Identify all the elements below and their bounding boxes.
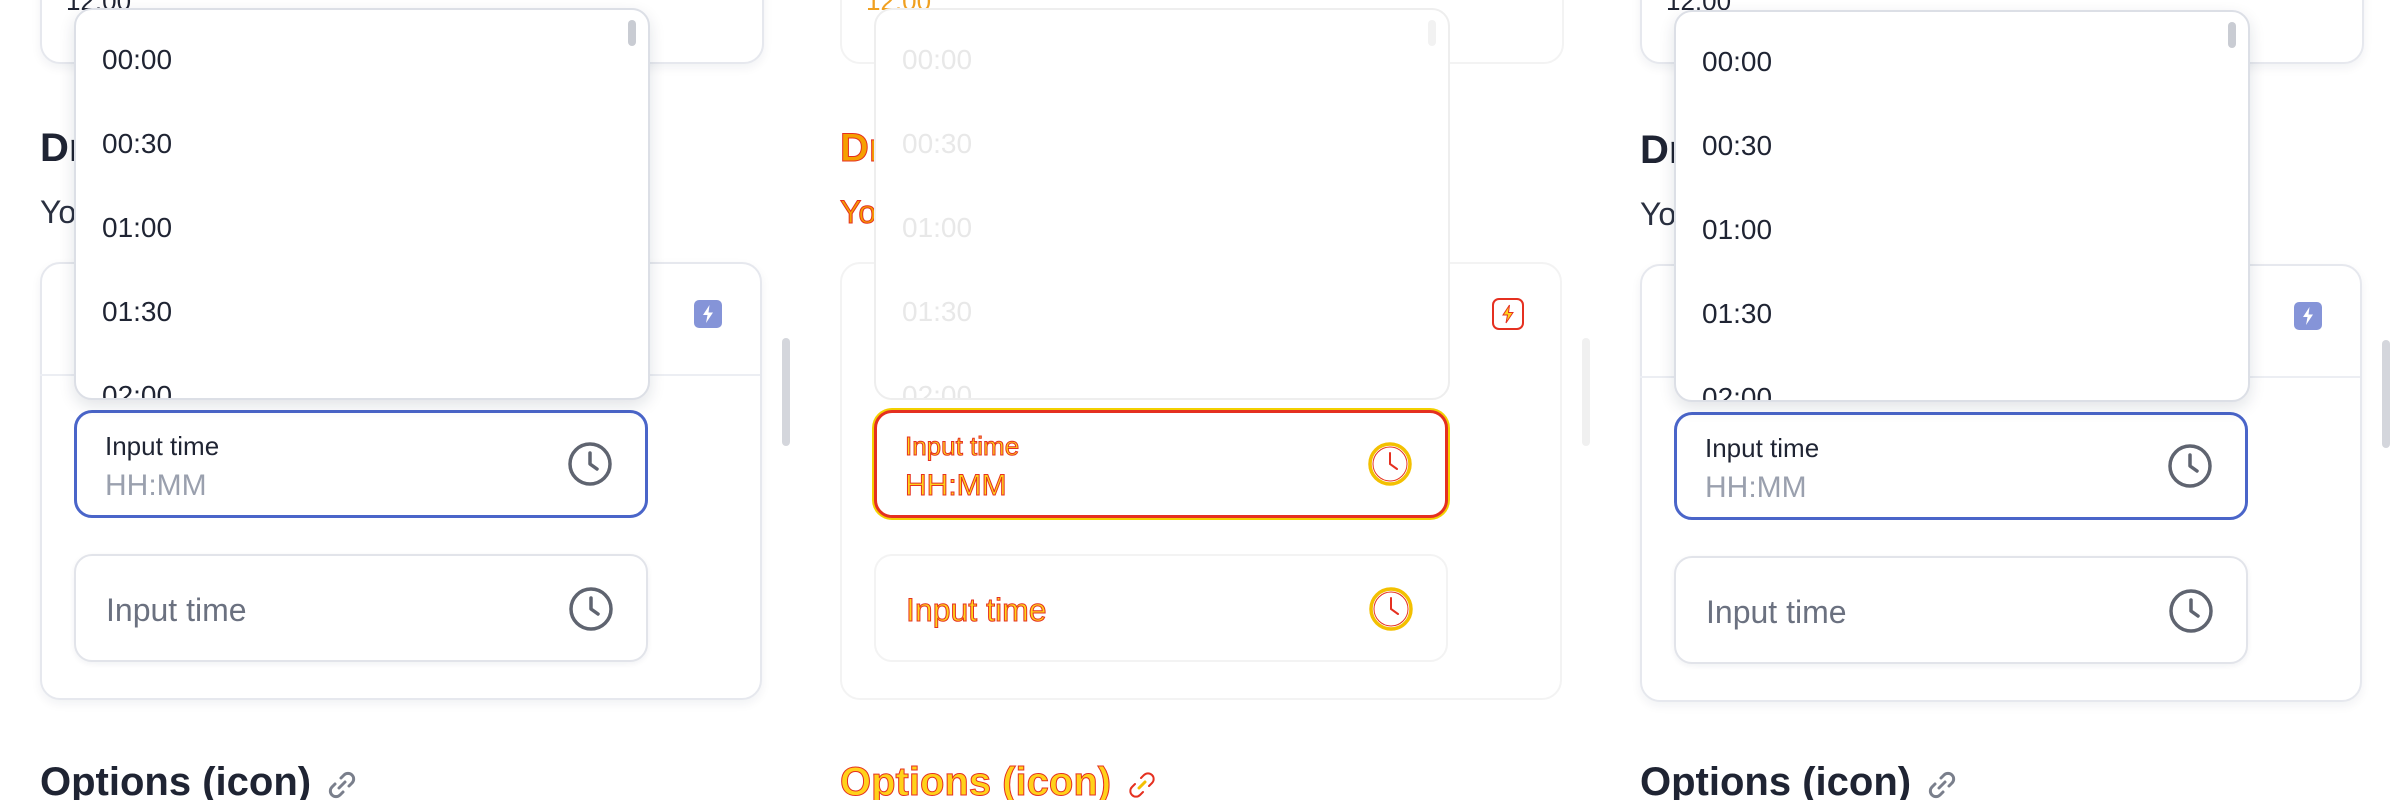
time-input[interactable]: Input time — [874, 554, 1448, 662]
page-scrollbar[interactable] — [782, 338, 790, 446]
time-option[interactable]: 01:30 — [1702, 298, 1772, 330]
time-option[interactable]: 01:00 — [102, 212, 172, 244]
time-input-placeholder: Input time — [1706, 594, 1847, 630]
clock-icon[interactable] — [2165, 441, 2215, 491]
bolt-icon[interactable] — [694, 300, 722, 328]
time-option[interactable]: 01:00 — [1702, 214, 1772, 246]
options-heading-text: Options (icon) — [40, 760, 312, 800]
time-input[interactable]: Input time — [1674, 556, 2248, 664]
options-heading-text: Options (icon) — [1640, 760, 1912, 800]
bolt-icon[interactable] — [2294, 302, 2322, 330]
clock-icon[interactable] — [566, 584, 616, 634]
time-options-dropdown: 00:00 00:30 01:00 01:30 02:00 — [74, 8, 650, 400]
time-input-label: Input time — [904, 431, 1020, 462]
panel-left: 12:00 Dr Yo Input time HH:MM Input time … — [0, 0, 800, 800]
section-description: Yo — [839, 194, 877, 231]
options-heading: Options (icon) — [839, 760, 1159, 800]
link-icon[interactable] — [1925, 767, 1959, 800]
time-input-placeholder: HH:MM — [105, 469, 207, 502]
panel-diff: 12:00 Dr Yo Input time HH:MM Input time … — [800, 0, 1600, 800]
link-icon[interactable] — [1125, 767, 1159, 800]
dropdown-scrollbar[interactable] — [628, 20, 636, 46]
clock-icon[interactable] — [565, 439, 615, 489]
panel-right: 12:00 Dr Yo Input time HH:MM Input time … — [1600, 0, 2400, 800]
options-heading: Options (icon) — [1640, 760, 1959, 800]
page-scrollbar[interactable] — [2382, 340, 2390, 448]
time-input-label: Input time — [105, 431, 220, 461]
time-option[interactable]: 02:00 — [1702, 382, 1772, 400]
dropdown-scrollbar[interactable] — [2228, 22, 2236, 48]
time-options-dropdown: 00:00 00:30 01:00 01:30 02:00 — [1674, 10, 2250, 402]
time-option[interactable]: 00:30 — [902, 128, 972, 160]
clock-icon[interactable] — [1365, 439, 1415, 489]
time-option[interactable]: 01:30 — [102, 296, 172, 328]
section-description: Yo — [1640, 196, 1677, 232]
time-option[interactable]: 01:00 — [902, 212, 972, 244]
bolt-icon[interactable] — [1492, 298, 1524, 330]
time-input-focused[interactable]: Input time HH:MM — [74, 410, 648, 518]
options-heading: Options (icon) — [40, 760, 359, 800]
time-input-label: Input time — [1705, 433, 1820, 463]
clock-icon[interactable] — [1366, 584, 1416, 634]
time-input-placeholder: Input time — [906, 592, 1048, 629]
section-description: Yo — [40, 194, 77, 230]
page-scrollbar[interactable] — [1582, 338, 1590, 446]
time-options-dropdown: 00:00 00:30 01:00 01:30 02:00 — [874, 8, 1450, 400]
options-heading-text: Options (icon) — [839, 760, 1112, 800]
link-icon[interactable] — [325, 767, 359, 800]
time-input-focused[interactable]: Input time HH:MM — [874, 410, 1448, 518]
time-option[interactable]: 00:00 — [902, 44, 972, 76]
time-input-placeholder: Input time — [106, 592, 247, 628]
dropdown-scrollbar[interactable] — [1428, 20, 1436, 46]
time-input-focused[interactable]: Input time HH:MM — [1674, 412, 2248, 520]
time-option[interactable]: 00:00 — [102, 44, 172, 76]
time-input[interactable]: Input time — [74, 554, 648, 662]
time-option[interactable]: 00:00 — [1702, 46, 1772, 78]
time-option[interactable]: 00:30 — [1702, 130, 1772, 162]
time-option[interactable]: 00:30 — [102, 128, 172, 160]
time-option[interactable]: 02:00 — [102, 380, 172, 398]
time-option[interactable]: 01:30 — [902, 296, 972, 328]
time-input-placeholder: HH:MM — [1705, 471, 1807, 504]
time-option[interactable]: 02:00 — [902, 380, 972, 398]
clock-icon[interactable] — [2166, 586, 2216, 636]
time-input-placeholder: HH:MM — [905, 469, 1008, 503]
